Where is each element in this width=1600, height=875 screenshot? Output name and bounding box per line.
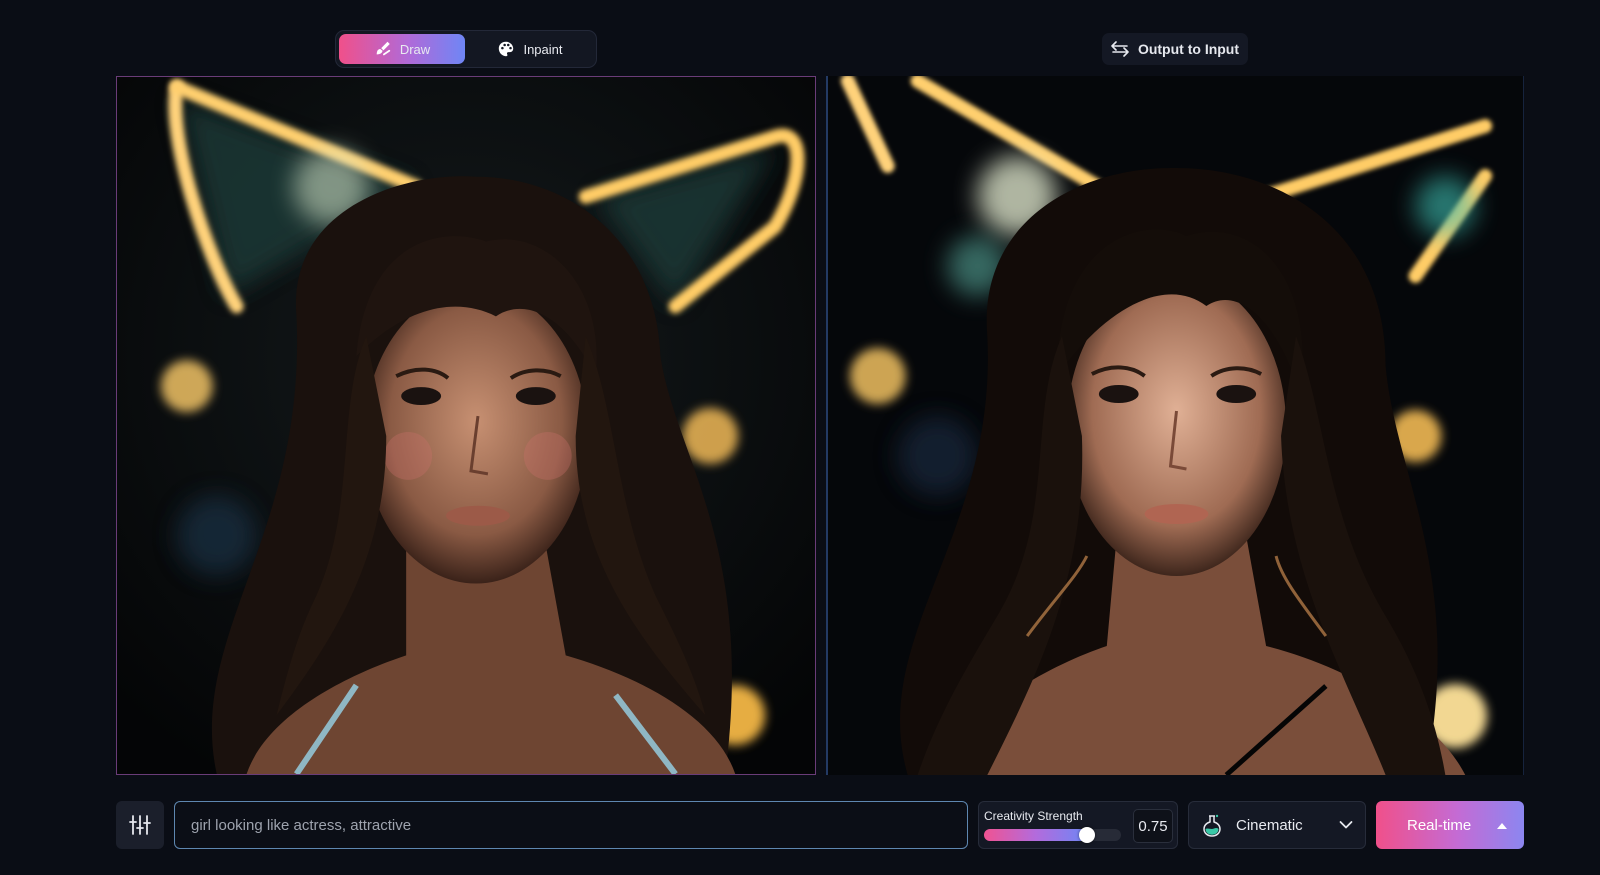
creativity-value-field[interactable]: 0.75 [1133, 809, 1173, 843]
sliders-icon [129, 815, 151, 835]
palette-icon [499, 41, 514, 57]
creativity-strength-control: Creativity Strength 0.75 [978, 801, 1178, 849]
prompt-field [174, 801, 968, 849]
realtime-label: Real-time [1407, 816, 1472, 834]
settings-button[interactable] [116, 801, 164, 849]
creativity-slider[interactable] [984, 827, 1121, 843]
output-canvas [826, 76, 1524, 775]
chevron-down-icon [1339, 821, 1353, 829]
output-to-input-label: Output to Input [1137, 41, 1240, 57]
output-to-input-button[interactable]: Output to Input [1102, 33, 1248, 65]
prompt-input[interactable] [191, 816, 951, 834]
creativity-slider-knob[interactable] [1078, 827, 1095, 843]
realtime-button[interactable]: Real-time [1376, 801, 1524, 849]
inpaint-mode-button[interactable]: Inpaint [467, 34, 593, 64]
output-image [828, 76, 1523, 775]
creativity-slider-fill [984, 829, 1087, 841]
swap-arrows-icon [1111, 41, 1129, 57]
brush-icon [376, 41, 391, 56]
input-image [117, 77, 815, 774]
potion-icon [1203, 814, 1221, 837]
mode-toggle: Draw Inpaint [335, 30, 597, 68]
draw-mode-label: Draw [399, 41, 431, 57]
caret-up-icon[interactable] [1497, 822, 1507, 829]
draw-mode-button[interactable]: Draw [339, 34, 465, 64]
style-dropdown[interactable]: Cinematic [1188, 801, 1366, 849]
input-canvas[interactable] [116, 76, 816, 775]
inpaint-mode-label: Inpaint [523, 41, 563, 57]
style-label: Cinematic [1236, 816, 1303, 834]
creativity-strength-label: Creativity Strength [984, 809, 1083, 823]
